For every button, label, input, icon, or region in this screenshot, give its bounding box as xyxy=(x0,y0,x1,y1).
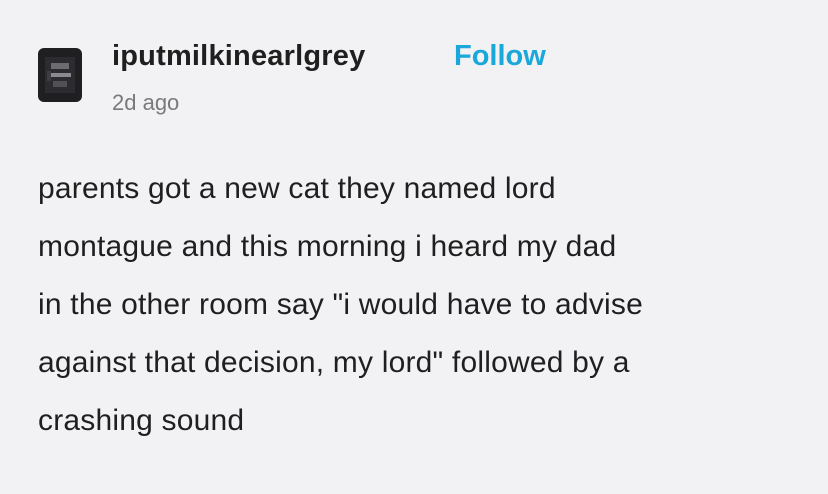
avatar-image xyxy=(45,57,75,93)
post-text-line: in the other room say "i would have to a… xyxy=(38,288,643,321)
post-body-text: parents got a new cat they named lord mo… xyxy=(38,160,818,450)
user-avatar-icon[interactable] xyxy=(38,48,82,102)
post-text-line: against that decision, my lord" followed… xyxy=(38,346,630,379)
post-text-line: parents got a new cat they named lord xyxy=(38,172,556,205)
post-username[interactable]: iputmilkinearlgrey xyxy=(112,40,365,73)
post-text-line: crashing sound xyxy=(38,404,245,437)
post-text-line: montague and this morning i heard my dad xyxy=(38,230,617,263)
follow-button[interactable]: Follow xyxy=(454,40,546,73)
post-card: iputmilkinearlgrey Follow 2d ago parents… xyxy=(0,0,828,494)
post-timestamp: 2d ago xyxy=(112,90,180,115)
